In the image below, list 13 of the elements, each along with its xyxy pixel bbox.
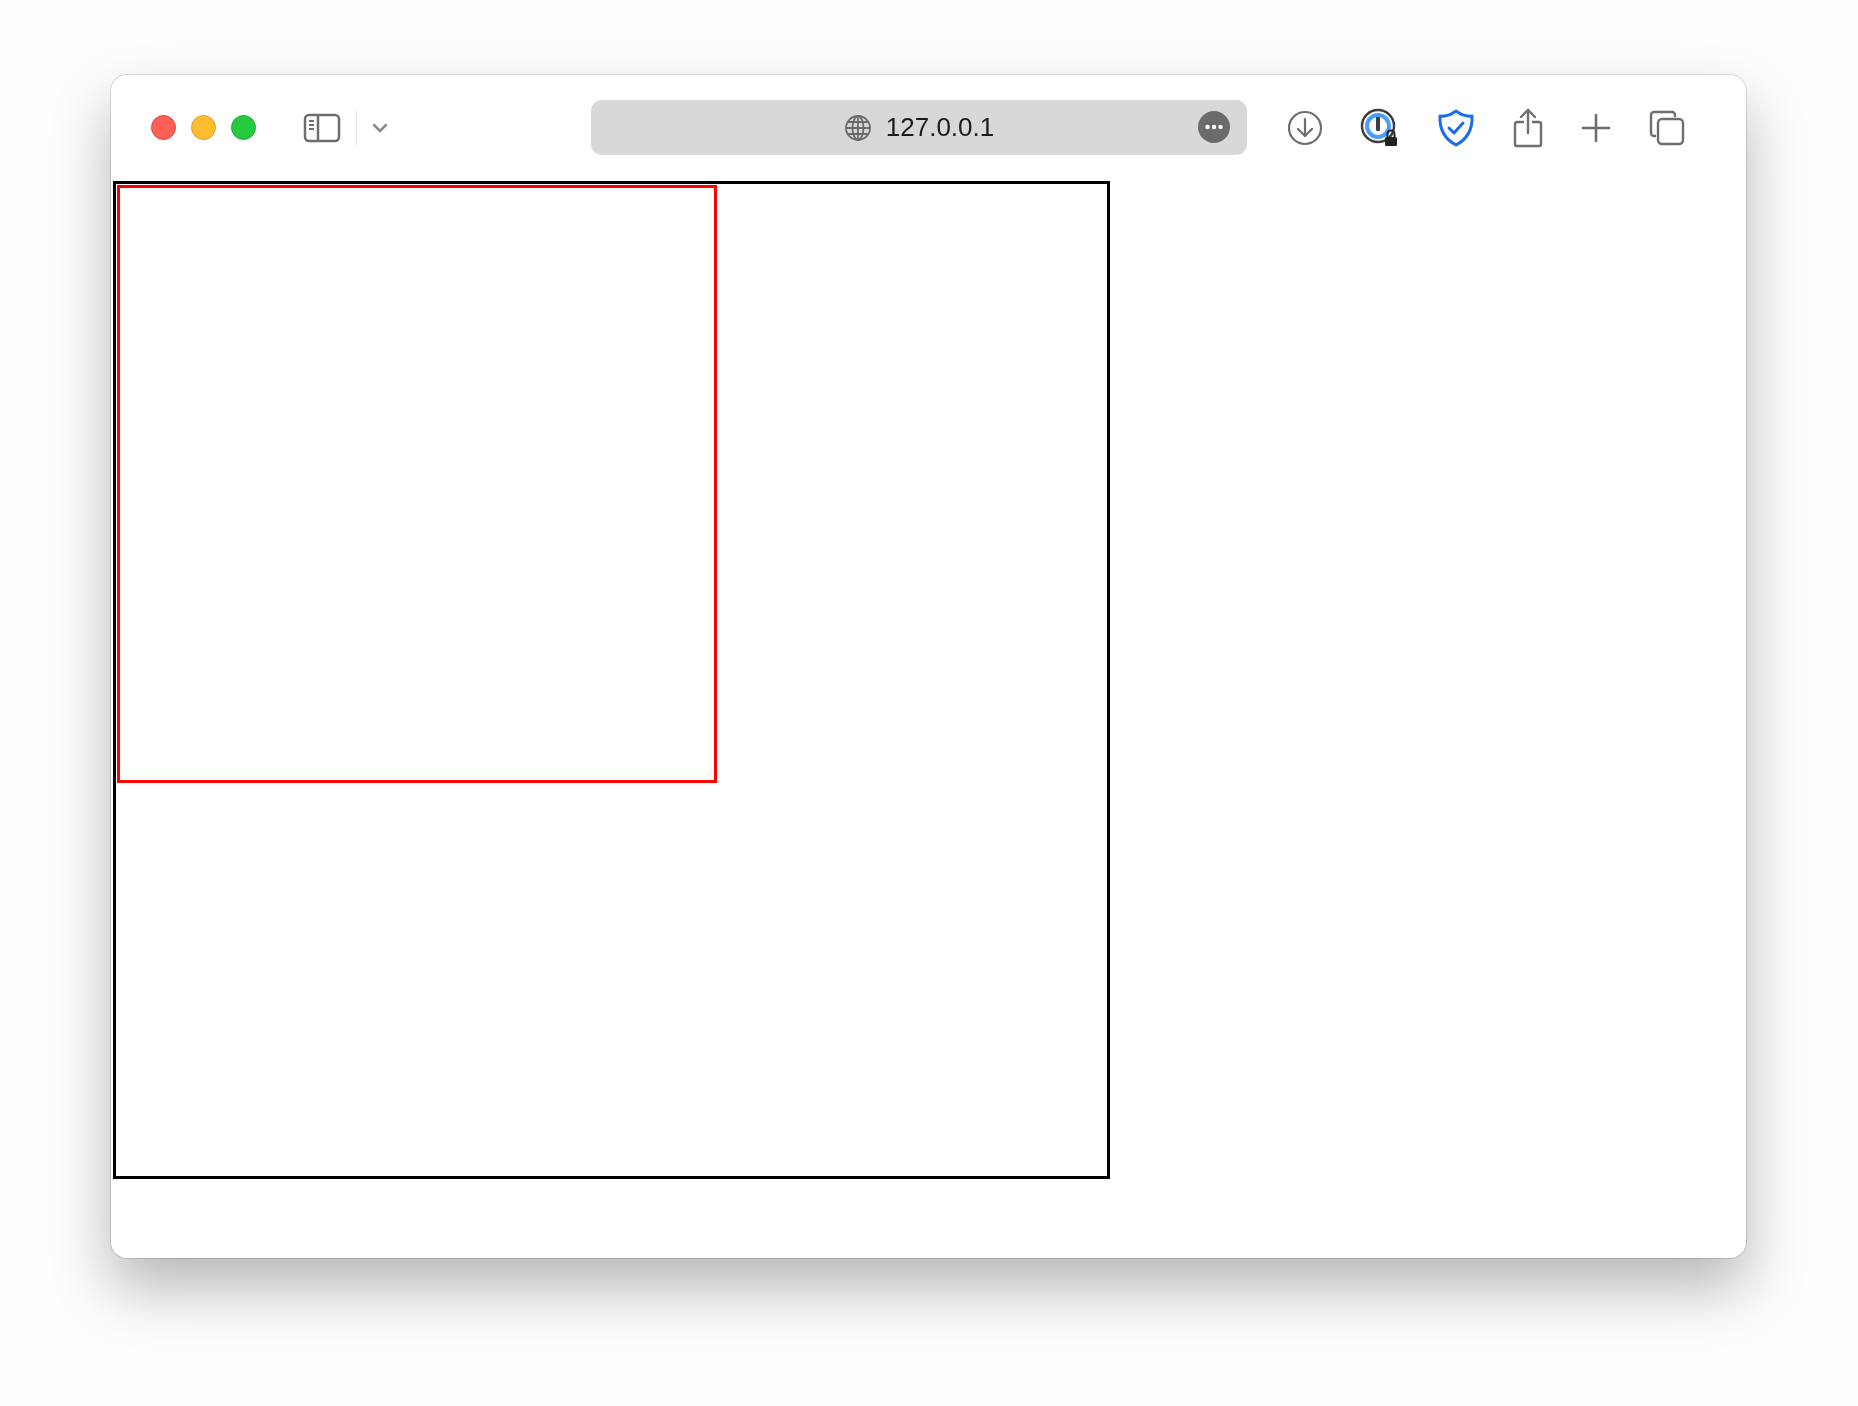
- globe-icon: [843, 113, 872, 142]
- close-button[interactable]: [151, 115, 176, 140]
- shield-check-icon[interactable]: [1437, 107, 1475, 148]
- download-icon[interactable]: [1287, 109, 1323, 146]
- share-icon[interactable]: [1512, 106, 1544, 149]
- plus-icon[interactable]: [1581, 112, 1611, 143]
- more-icon[interactable]: [1198, 111, 1230, 143]
- sidebar-icon[interactable]: [303, 112, 341, 143]
- zoom-button[interactable]: [231, 115, 256, 140]
- address-field[interactable]: 127.0.0.1: [591, 100, 1247, 155]
- password-lock-icon[interactable]: [1360, 107, 1400, 148]
- chevron-icon[interactable]: [372, 122, 388, 133]
- tabs-overview-icon[interactable]: [1648, 108, 1686, 147]
